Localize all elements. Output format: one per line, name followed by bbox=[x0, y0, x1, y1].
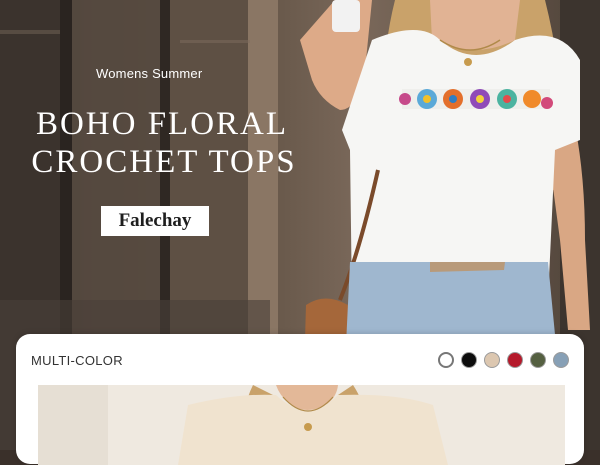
hero-title-line-1: BOHO FLORAL bbox=[35, 106, 289, 142]
floral-embroidery bbox=[399, 89, 553, 109]
swatch-white[interactable] bbox=[438, 352, 454, 368]
swatch-olive-green[interactable] bbox=[530, 352, 546, 368]
swatch-red[interactable] bbox=[507, 352, 523, 368]
preview-model-photo bbox=[38, 385, 565, 465]
variant-card: MULTI-COLOR bbox=[16, 334, 584, 465]
swatch-black[interactable] bbox=[461, 352, 477, 368]
variant-preview-image bbox=[38, 385, 565, 465]
color-swatches bbox=[438, 352, 569, 368]
swatch-apricot[interactable] bbox=[484, 352, 500, 368]
swatch-blue-grey[interactable] bbox=[553, 352, 569, 368]
hero-subtitle: Womens Summer bbox=[96, 66, 203, 81]
brand-tag: Falechay bbox=[101, 206, 209, 236]
hero-title-line-2: CROCHET TOPS bbox=[31, 144, 297, 180]
variant-label: MULTI-COLOR bbox=[31, 353, 123, 368]
